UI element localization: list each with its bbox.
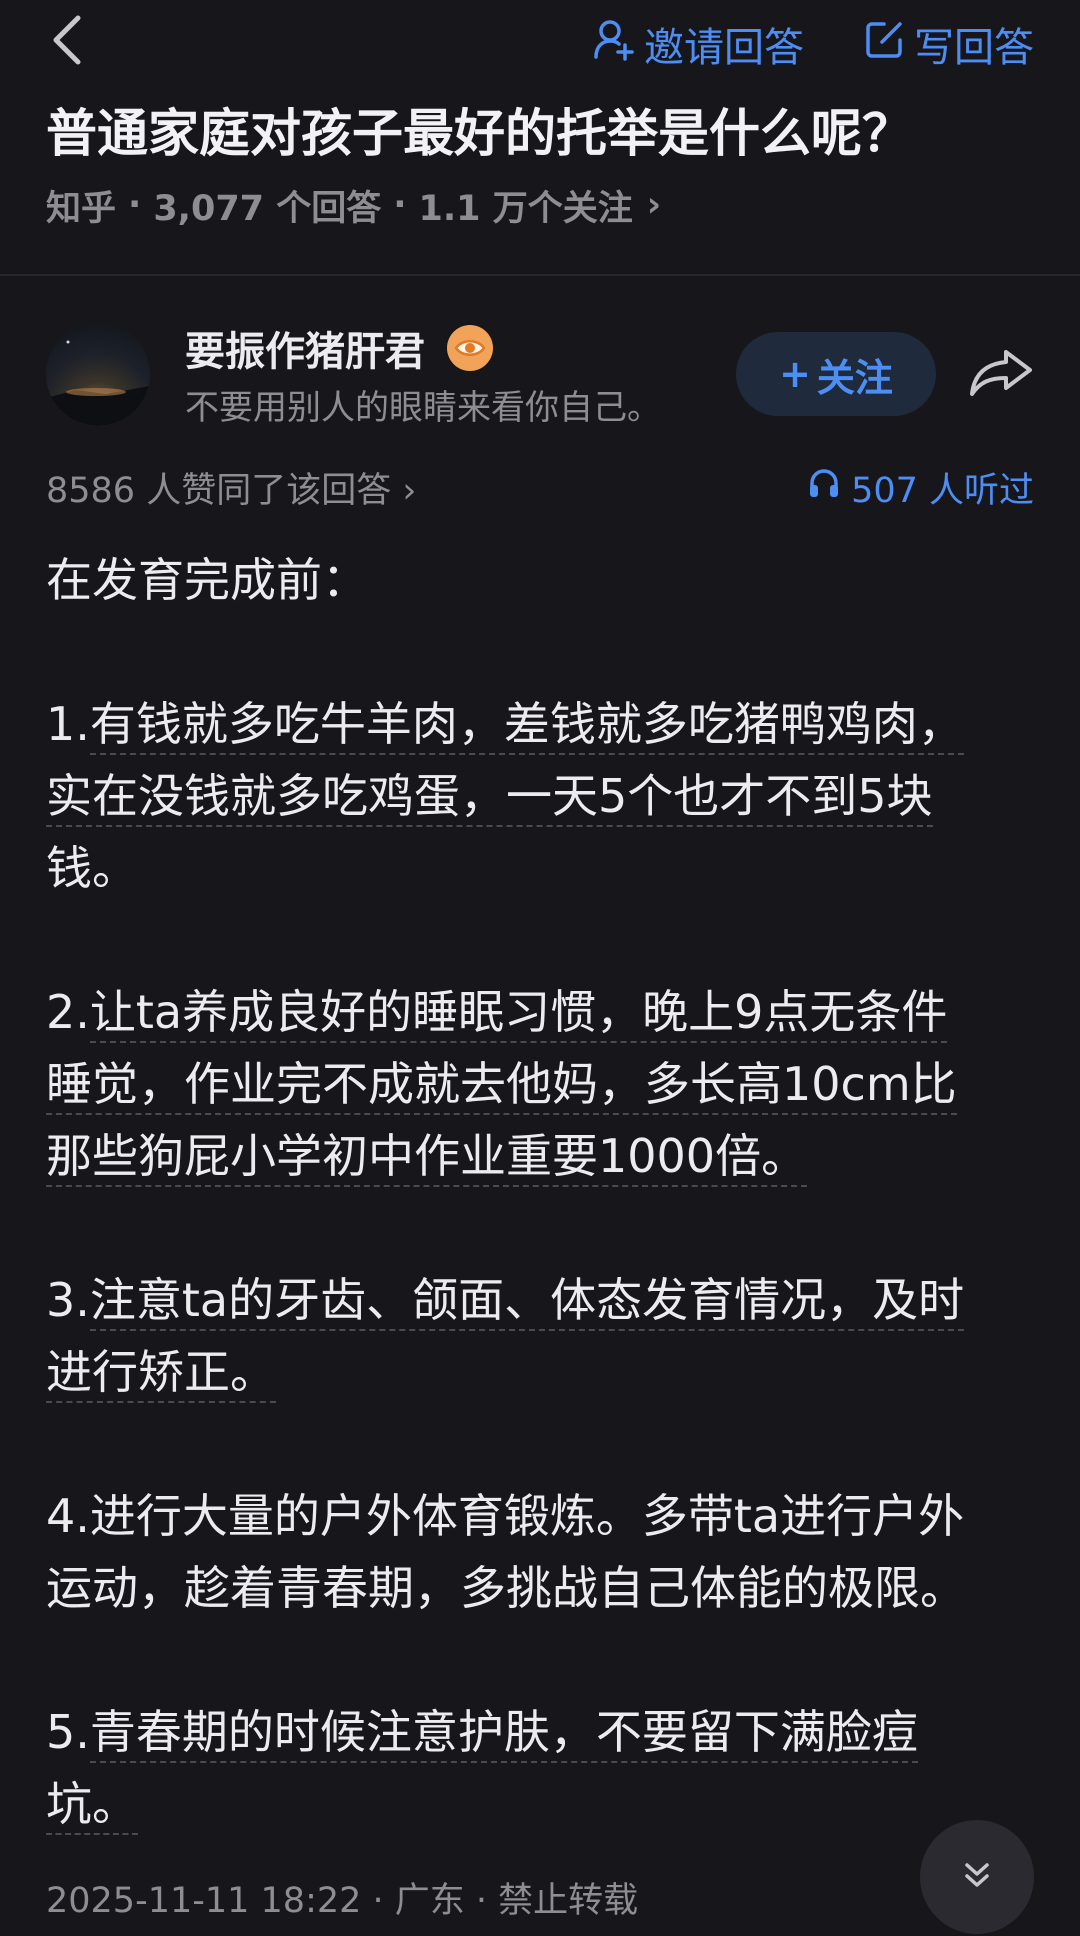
write-answer-button[interactable]: 写回答 <box>864 16 1034 72</box>
highlight-text[interactable]: 注意ta的牙齿、颌面、体态发育情况，及时 <box>89 1273 965 1331</box>
answer-line: 睡觉，作业完不成就去他妈，多长高10cm比 <box>46 1048 1036 1120</box>
answer-paragraph-4: 4.进行大量的户外体育锻炼。多带ta进行户外 <box>46 1489 965 1543</box>
invite-answer-button[interactable]: 邀请回答 <box>592 16 804 72</box>
highlight-text[interactable]: 实在没钱就多吃鸡蛋，一天5个也才不到5块 <box>46 769 933 827</box>
eye-badge-icon <box>447 325 493 371</box>
vote-count[interactable]: 8586 人赞同了该回答 › <box>46 462 416 513</box>
scroll-down-button[interactable] <box>920 1820 1034 1934</box>
listen-count[interactable]: 507 人听过 <box>807 462 1034 513</box>
answer-content: 在发育完成前： 1.有钱就多吃牛羊肉，差钱就多吃猪鸭鸡肉， 实在没钱就多吃鸡蛋，… <box>46 544 1036 1840</box>
chevron-left-icon <box>50 14 84 70</box>
section-divider <box>0 274 1080 276</box>
answer-paragraph-2: 2.让ta养成良好的睡眠习惯，晚上9点无条件 <box>46 976 1036 1048</box>
listen-count-label: 507 人听过 <box>851 471 1034 511</box>
answer-line: 那些狗屁小学初中作业重要1000倍。 <box>46 1120 1036 1192</box>
plain-text: 钱。 <box>46 841 138 895</box>
avatar[interactable] <box>46 322 150 426</box>
highlight-text[interactable]: 青春期的时候注意护肤，不要留下满脸痘 <box>89 1705 918 1763</box>
separator-dot: · <box>393 185 407 225</box>
paragraph-number: 2. <box>46 985 90 1039</box>
separator-dot: · <box>128 185 142 225</box>
question-meta[interactable]: 知乎 · 3,077 个回答 · 1.1 万个关注 › <box>46 180 661 230</box>
headphones-icon <box>807 466 841 509</box>
author-bio: 不要用别人的眼睛来看你自己。 <box>185 388 661 428</box>
author-name-row[interactable]: 要振作猪肝君 <box>185 318 493 378</box>
write-answer-label: 写回答 <box>914 25 1034 71</box>
highlight-text[interactable]: 那些狗屁小学初中作业重要1000倍。 <box>46 1129 808 1187</box>
plus-icon: + <box>779 352 811 396</box>
highlight-text[interactable]: 睡觉，作业完不成就去他妈，多长高10cm比 <box>46 1057 957 1115</box>
question-title[interactable]: 普通家庭对孩子最好的托举是什么呢？ <box>46 100 1036 170</box>
highlight-text[interactable]: 坑。 <box>46 1777 138 1835</box>
answer-line: 实在没钱就多吃鸡蛋，一天5个也才不到5块 <box>46 760 1036 832</box>
paragraph-number: 3. <box>46 1273 90 1327</box>
invite-answer-label: 邀请回答 <box>644 25 804 71</box>
answer-footer-meta: 2025-11-11 18:22 · 广东 · 禁止转载 <box>46 1881 639 1921</box>
double-chevron-down-icon <box>959 1857 995 1897</box>
follow-label: 关注 <box>816 355 893 400</box>
back-button[interactable] <box>42 12 92 72</box>
edit-icon <box>864 18 906 70</box>
answer-paragraph-3: 3.注意ta的牙齿、颌面、体态发育情况，及时 <box>46 1264 1036 1336</box>
highlight-text[interactable]: 让ta养成良好的睡眠习惯，晚上9点无条件 <box>89 985 948 1043</box>
highlight-text[interactable]: 有钱就多吃牛羊肉，差钱就多吃猪鸭鸡肉， <box>89 697 964 755</box>
chevron-right-icon: › <box>646 185 662 225</box>
author-name: 要振作猪肝君 <box>185 329 425 375</box>
follower-count: 1.1 万个关注 <box>418 188 633 229</box>
answer-line: 坑。 <box>46 1768 1036 1840</box>
answer-count: 3,077 个回答 <box>153 188 382 229</box>
answer-paragraph-1: 1.有钱就多吃牛羊肉，差钱就多吃猪鸭鸡肉， <box>46 688 1036 760</box>
answer-line: 钱。 <box>46 832 1036 904</box>
top-bar: 邀请回答 写回答 <box>0 0 1080 90</box>
share-button[interactable] <box>966 344 1036 404</box>
highlight-text[interactable]: 进行矫正。 <box>46 1345 276 1403</box>
answer-line: 运动，趁着青春期，多挑战自己体能的极限。 <box>46 1561 966 1615</box>
answer-paragraph-5: 5.青春期的时候注意护肤，不要留下满脸痘 <box>46 1696 1036 1768</box>
share-arrow-icon <box>968 346 1034 402</box>
paragraph-number: 1. <box>46 697 90 751</box>
paragraph-number: 5. <box>46 1705 90 1759</box>
source-label: 知乎 <box>46 188 117 229</box>
follow-button[interactable]: + 关注 <box>736 332 936 416</box>
answer-line: 进行矫正。 <box>46 1336 1036 1408</box>
answer-intro: 在发育完成前： <box>46 553 368 607</box>
user-plus-icon <box>592 17 636 71</box>
